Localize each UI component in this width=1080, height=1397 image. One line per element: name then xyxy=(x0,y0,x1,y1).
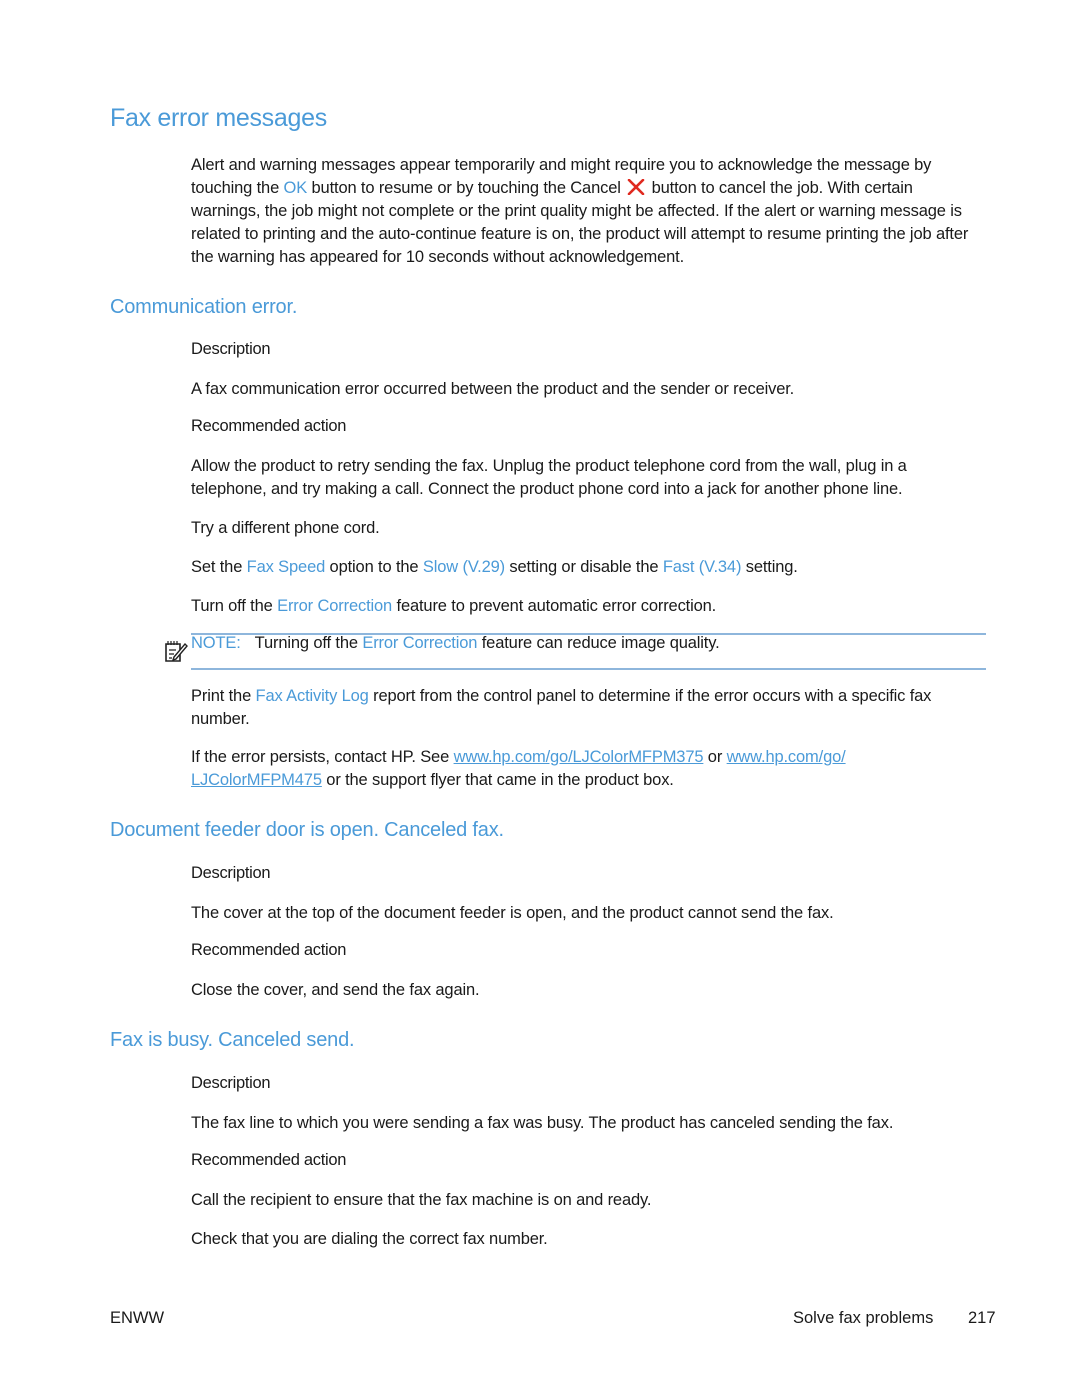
action-text: Print the Fax Activity Log report from t… xyxy=(191,685,981,731)
action-text: Allow the product to retry sending the f… xyxy=(191,457,907,498)
note-label: NOTE: xyxy=(191,634,241,652)
cancel-x-icon xyxy=(627,179,645,195)
text: or the support flyer that came in the pr… xyxy=(321,771,674,789)
action-text: Try a different phone cord. xyxy=(191,519,380,537)
recommended-action-label: Recommended action xyxy=(191,941,347,959)
text: Print the xyxy=(191,687,256,705)
description-text: The fax line to which you were sending a… xyxy=(191,1114,894,1132)
text: feature to prevent automatic error corre… xyxy=(392,597,717,615)
description-text: The cover at the top of the document fee… xyxy=(191,904,834,922)
fast-v34-setting: Fast (V.34) xyxy=(662,558,742,576)
error-correction-setting: Error Correction xyxy=(277,597,393,615)
action-text: If the error persists, contact HP. See w… xyxy=(191,746,981,792)
error-correction-setting: Error Correction xyxy=(362,634,478,652)
fax-activity-log-report: Fax Activity Log xyxy=(255,687,369,705)
text: option to the xyxy=(325,558,423,576)
page-title: Fax error messages xyxy=(110,104,327,132)
text: Turn off the xyxy=(191,597,278,615)
description-text: A fax communication error occurred betwe… xyxy=(191,380,795,398)
description-label: Description xyxy=(191,864,271,882)
text: Set the xyxy=(191,558,247,576)
text: or xyxy=(703,748,727,766)
page-number: 217 xyxy=(968,1309,996,1327)
action-text: Set the Fax Speed option to the Slow (V.… xyxy=(191,556,981,579)
note: NOTE: Turning off the Error Correction fe… xyxy=(191,634,720,653)
section-heading-document-feeder-open: Document feeder door is open. Canceled f… xyxy=(110,819,504,841)
intro-text: button to resume or by touching the Canc… xyxy=(307,179,626,197)
hp-support-link-m475-cont[interactable]: LJColorMFPM475 xyxy=(191,771,322,789)
text: setting. xyxy=(741,558,798,576)
note-pencil-icon xyxy=(165,641,188,662)
intro-paragraph: Alert and warning messages appear tempor… xyxy=(191,154,981,269)
text: setting or disable the xyxy=(505,558,663,576)
fax-speed-setting: Fax Speed xyxy=(246,558,326,576)
hp-support-link-m375[interactable]: www.hp.com/go/LJColorMFPM375 xyxy=(454,748,704,766)
action-text: Check that you are dialing the correct f… xyxy=(191,1230,548,1248)
hp-support-link-m475[interactable]: www.hp.com/go/ xyxy=(727,748,846,766)
description-label: Description xyxy=(191,340,271,358)
action-text: Turn off the Error Correction feature to… xyxy=(191,595,981,618)
footer-left: ENWW xyxy=(110,1309,165,1327)
section-heading-communication-error: Communication error. xyxy=(110,296,298,318)
note-bottom-rule xyxy=(191,668,986,670)
description-label: Description xyxy=(191,1074,271,1092)
slow-v29-setting: Slow (V.29) xyxy=(422,558,505,576)
action-text: Close the cover, and send the fax again. xyxy=(191,981,480,999)
action-text: Call the recipient to ensure that the fa… xyxy=(191,1191,652,1209)
section-heading-fax-busy: Fax is busy. Canceled send. xyxy=(110,1029,355,1051)
text: Turning off the xyxy=(254,634,363,652)
ok-button-reference: OK xyxy=(283,179,308,197)
text: If the error persists, contact HP. See xyxy=(191,748,454,766)
text: feature can reduce image quality. xyxy=(477,634,720,652)
footer-section-title: Solve fax problems xyxy=(793,1309,934,1327)
recommended-action-label: Recommended action xyxy=(191,1151,347,1169)
recommended-action-label: Recommended action xyxy=(191,417,347,435)
